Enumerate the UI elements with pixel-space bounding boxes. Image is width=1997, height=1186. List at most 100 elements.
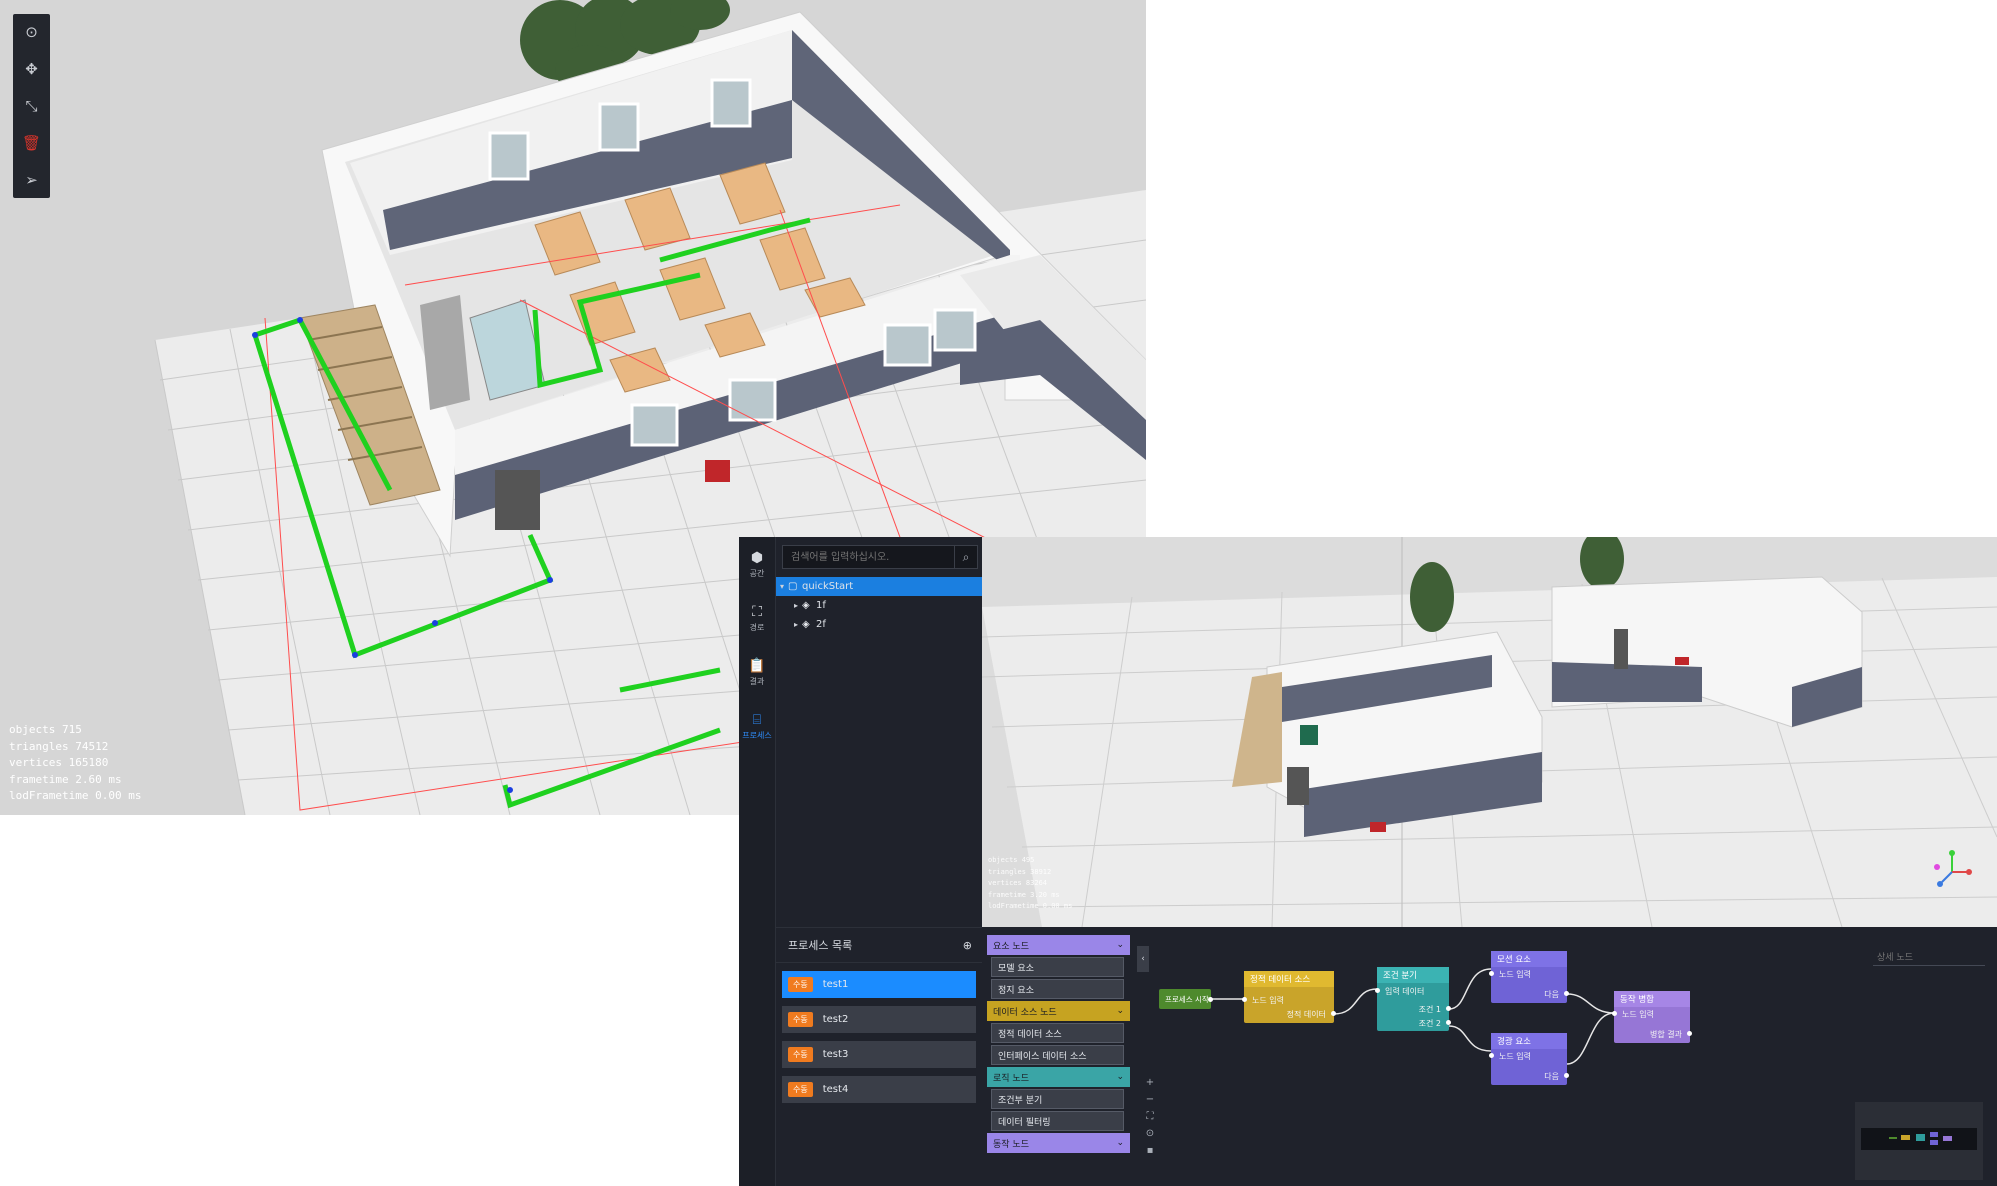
trash-icon[interactable]: ▪	[1147, 1145, 1154, 1156]
tree-item-label: quickStart	[802, 581, 854, 592]
chevron-left-icon[interactable]: ‹	[1137, 946, 1149, 972]
process-item-test3[interactable]: 수동 test3	[782, 1041, 976, 1068]
port-label: 다음	[1544, 1072, 1559, 1081]
port-label: 입력 데이터	[1385, 987, 1425, 996]
process-item-label: test1	[822, 979, 849, 990]
node-title: 프로세스 시작	[1165, 994, 1209, 1004]
chevron-down-icon[interactable]: ▾	[776, 582, 788, 591]
process-type-badge: 수동	[788, 1082, 813, 1097]
add-process-icon[interactable]: ⊕	[963, 939, 972, 952]
palette-item[interactable]: 정적 데이터 소스	[991, 1023, 1124, 1043]
output-port[interactable]	[1564, 1073, 1569, 1078]
sidebar-item-label: 결과	[749, 676, 765, 686]
search-icon[interactable]: ⌕	[954, 546, 977, 568]
process-item-label: test3	[822, 1049, 849, 1060]
input-port[interactable]	[1489, 1053, 1494, 1058]
output-port[interactable]	[1446, 1020, 1451, 1025]
output-port[interactable]	[1208, 997, 1213, 1002]
transform-toolbar: ⊙ ✥ ⤡ 🗑 ➢	[13, 14, 50, 198]
chevron-right-icon[interactable]: ▸	[790, 620, 802, 629]
stat-objects: objects 495	[988, 856, 1035, 864]
render-stats: objects 495 triangles 38912 vertices 832…	[988, 855, 1072, 913]
target-icon[interactable]: ⊙	[19, 19, 45, 45]
fit-view-icon[interactable]: ⛶	[1147, 1111, 1154, 1122]
clipboard-icon: 📋	[748, 657, 766, 674]
cube-icon: ◈	[802, 600, 810, 611]
viewport-3d-editor[interactable]: objects 495 triangles 38912 vertices 832…	[982, 537, 1997, 927]
tree-item-root[interactable]: ▾ ▢ quickStart	[776, 577, 982, 596]
input-port[interactable]	[1489, 971, 1494, 976]
tree-canopy	[1580, 537, 1624, 589]
editor-window: ⬢ 공간 ⛶ 경로 📋 결과 ⌸ 프로세스 ⌕ ▾ ▢ quickStart	[739, 537, 1997, 1186]
process-list: 수동 test1 수동 test2 수동 test3 수동 test4	[776, 963, 982, 1119]
output-port[interactable]	[1446, 1006, 1451, 1011]
node-palette: 요소 노드 ⌄ 모델 요소 정지 요소 데이터 소스 노드 ⌄ 정적 데이터 소…	[987, 935, 1130, 1186]
move-icon[interactable]: ✥	[19, 56, 45, 82]
input-port[interactable]	[1242, 997, 1247, 1002]
graph-minimap[interactable]	[1855, 1102, 1983, 1180]
node-motion-element[interactable]: 모션 요소 노드 입력 다음	[1489, 951, 1569, 1003]
port-label: 정적 데이터	[1286, 1010, 1326, 1019]
fire-extinguisher	[705, 460, 730, 482]
node-title: 조건 분기	[1377, 967, 1449, 983]
cube-icon: ⬢	[750, 549, 764, 566]
output-port[interactable]	[1331, 1011, 1336, 1016]
cube-icon: ◈	[802, 619, 810, 630]
node-conditional-branch[interactable]: 조건 분기 입력 데이터 조건 1 조건 2	[1375, 967, 1451, 1031]
chevron-right-icon[interactable]: ▸	[790, 601, 802, 610]
chevron-down-icon: ⌄	[1116, 1072, 1124, 1082]
palette-item[interactable]: 데이터 필터링	[991, 1111, 1124, 1131]
fire-extinguisher	[1370, 822, 1386, 832]
tree-item-label: 1f	[816, 600, 826, 611]
sidebar-item-label: 프로세스	[742, 730, 772, 740]
process-type-badge: 수동	[788, 977, 813, 992]
input-port[interactable]	[1612, 1011, 1617, 1016]
entrance-door	[1287, 767, 1309, 805]
process-item-test2[interactable]: 수동 test2	[782, 1006, 976, 1033]
stat-objects: objects 715	[9, 723, 82, 736]
input-port[interactable]	[1375, 988, 1380, 993]
chevron-down-icon: ⌄	[1116, 940, 1124, 950]
sidebar-item-process[interactable]: ⌸ 프로세스	[739, 699, 775, 753]
sidebar: ⬢ 공간 ⛶ 경로 📋 결과 ⌸ 프로세스	[739, 537, 776, 1186]
node-static-datasource[interactable]: 정적 데이터 소스 노드 입력 정적 데이터	[1242, 971, 1336, 1023]
output-port[interactable]	[1687, 1031, 1692, 1036]
zoom-in-icon[interactable]: +	[1146, 1077, 1154, 1088]
process-item-test1[interactable]: 수동 test1	[782, 971, 976, 998]
scale-icon[interactable]: ⤡	[19, 93, 45, 119]
chevron-down-icon: ⌄	[1116, 1006, 1124, 1016]
palette-item[interactable]: 정지 요소	[991, 979, 1124, 999]
process-list-title: 프로세스 목록	[788, 939, 853, 952]
process-item-test4[interactable]: 수동 test4	[782, 1076, 976, 1103]
port-label: 노드 입력	[1499, 1052, 1531, 1061]
search-input[interactable]	[783, 550, 954, 564]
tree-item-1f[interactable]: ▸ ◈ 1f	[776, 596, 982, 615]
palette-group-datasource[interactable]: 데이터 소스 노드 ⌄	[987, 1001, 1130, 1021]
node-process-start[interactable]: 프로세스 시작	[1159, 989, 1213, 1009]
sidebar-item-path[interactable]: ⛶ 경로	[739, 591, 775, 645]
campus-scene-3d[interactable]	[982, 537, 1997, 927]
node-warning-light-element[interactable]: 경광 요소 노드 입력 다음	[1489, 1033, 1569, 1085]
trash-icon[interactable]: 🗑	[19, 130, 45, 156]
lock-icon[interactable]: ⊙	[1146, 1128, 1154, 1139]
palette-item[interactable]: 조건부 분기	[991, 1089, 1124, 1109]
palette-item[interactable]: 모델 요소	[991, 957, 1124, 977]
tree-item-2f[interactable]: ▸ ◈ 2f	[776, 615, 982, 634]
palette-group-action[interactable]: 동작 노드 ⌄	[987, 1133, 1130, 1153]
sidebar-item-label: 공간	[749, 568, 765, 578]
palette-group-element[interactable]: 요소 노드 ⌄	[987, 935, 1130, 955]
sidebar-item-space[interactable]: ⬢ 공간	[739, 537, 775, 591]
scene-tree-panel: ⌕ ▾ ▢ quickStart ▸ ◈ 1f ▸ ◈ 2f	[776, 537, 982, 927]
palette-item[interactable]: 인터페이스 데이터 소스	[991, 1045, 1124, 1065]
palette-group-logic[interactable]: 로직 노드 ⌄	[987, 1067, 1130, 1087]
output-port[interactable]	[1564, 991, 1569, 996]
stat-vertices: vertices 83264	[988, 879, 1048, 887]
fire-extinguisher	[1675, 657, 1689, 665]
node-action-merge[interactable]: 동작 병합 노드 입력 병합 결과	[1612, 991, 1692, 1043]
node-title: 정적 데이터 소스	[1244, 971, 1334, 987]
send-icon[interactable]: ➢	[19, 167, 45, 193]
sidebar-item-result[interactable]: 📋 결과	[739, 645, 775, 699]
stat-vertices: vertices 165180	[9, 756, 109, 769]
process-type-badge: 수동	[788, 1047, 813, 1062]
zoom-out-icon[interactable]: −	[1146, 1094, 1154, 1105]
